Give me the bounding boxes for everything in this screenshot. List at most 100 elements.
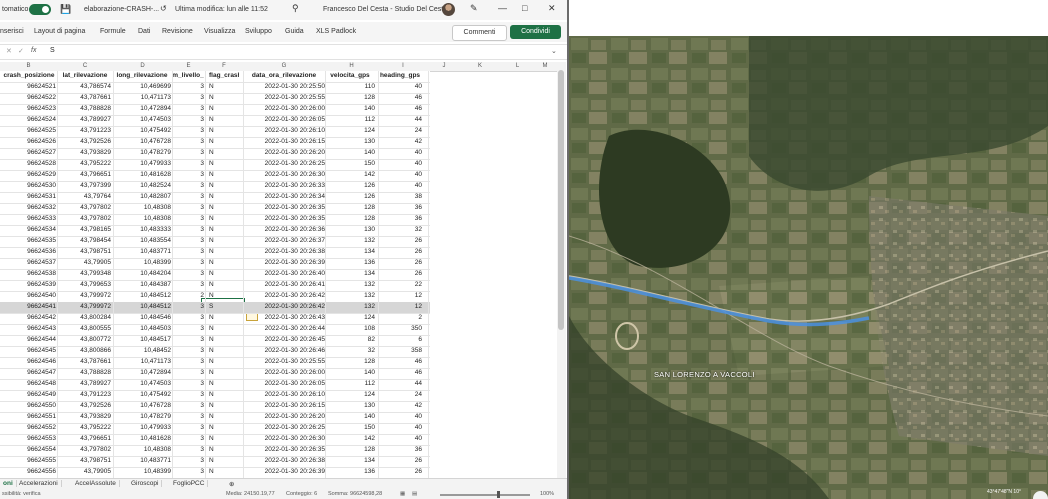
table-cell[interactable]: 96624522	[2, 94, 56, 101]
column-title[interactable]: data_ora_rilevazione	[243, 72, 325, 79]
table-cell[interactable]: 10,476728	[113, 138, 171, 145]
sheet-tab[interactable]: oni	[0, 480, 17, 487]
table-cell[interactable]: 3	[172, 369, 204, 376]
table-cell[interactable]: 3	[172, 358, 204, 365]
sheet-tab[interactable]: Accelerazioni	[16, 480, 62, 487]
table-cell[interactable]: 22	[378, 281, 422, 288]
table-cell[interactable]: 96624529	[2, 171, 56, 178]
table-cell[interactable]: 10,484387	[113, 281, 171, 288]
table-cell[interactable]: N	[209, 424, 239, 431]
table-cell[interactable]: 10,475492	[113, 391, 171, 398]
table-cell[interactable]: 128	[325, 215, 375, 222]
table-cell[interactable]: 132	[325, 292, 375, 299]
table-cell[interactable]: 10,484512	[113, 292, 171, 299]
column-header[interactable]: J	[428, 63, 460, 69]
table-cell[interactable]: 3	[172, 413, 204, 420]
table-cell[interactable]: 2022-01-30 20:25:55	[243, 94, 325, 101]
table-cell[interactable]: 43,800284	[59, 314, 111, 321]
table-cell[interactable]: N	[209, 138, 239, 145]
table-cell[interactable]: 2022-01-30 20:26:05	[243, 116, 325, 123]
table-cell[interactable]: 96624536	[2, 248, 56, 255]
table-cell[interactable]: 96624556	[2, 468, 56, 475]
table-cell[interactable]: 96624552	[2, 424, 56, 431]
table-cell[interactable]: 2022-01-30 20:26:34	[243, 193, 325, 200]
table-cell[interactable]: 2022-01-30 20:26:15	[243, 138, 325, 145]
table-cell[interactable]: 43,799653	[59, 281, 111, 288]
table-cell[interactable]: 96624524	[2, 116, 56, 123]
normal-view-icon[interactable]: ▦	[400, 491, 405, 497]
column-header[interactable]: M	[535, 63, 555, 69]
table-cell[interactable]: 96624554	[2, 446, 56, 453]
table-cell[interactable]: 140	[325, 369, 375, 376]
table-cell[interactable]: 2022-01-30 20:26:37	[243, 237, 325, 244]
table-cell[interactable]: 130	[325, 138, 375, 145]
table-cell[interactable]: 43,792526	[59, 138, 111, 145]
table-cell[interactable]: 2022-01-30 20:26:36	[243, 226, 325, 233]
table-cell[interactable]: N	[209, 347, 239, 354]
table-cell[interactable]: N	[209, 468, 239, 475]
table-cell[interactable]: 3	[172, 380, 204, 387]
table-cell[interactable]: 10,474503	[113, 380, 171, 387]
table-cell[interactable]: 43,797802	[59, 204, 111, 211]
table-cell[interactable]: 32	[378, 226, 422, 233]
table-cell[interactable]: 2022-01-30 20:26:39	[243, 259, 325, 266]
column-title[interactable]: heading_gps	[378, 72, 422, 79]
table-cell[interactable]: 126	[325, 182, 375, 189]
table-cell[interactable]: 10,484204	[113, 270, 171, 277]
table-cell[interactable]: 140	[325, 413, 375, 420]
table-cell[interactable]: 3	[172, 204, 204, 211]
table-cell[interactable]: 10,472894	[113, 369, 171, 376]
table-cell[interactable]: 43,79905	[59, 468, 111, 475]
table-cell[interactable]: 96624551	[2, 413, 56, 420]
table-cell[interactable]: 82	[325, 336, 375, 343]
avatar[interactable]	[442, 3, 455, 16]
table-cell[interactable]: 10,48452	[113, 347, 171, 354]
table-cell[interactable]: 10,48399	[113, 468, 171, 475]
table-cell[interactable]: 46	[378, 369, 422, 376]
table-cell[interactable]: N	[209, 215, 239, 222]
table-cell[interactable]: 2	[172, 292, 204, 299]
table-cell[interactable]: 2022-01-30 20:26:00	[243, 105, 325, 112]
column-title[interactable]: crash_posizione	[2, 72, 56, 79]
table-cell[interactable]: N	[209, 457, 239, 464]
table-cell[interactable]: 26	[378, 248, 422, 255]
table-cell[interactable]: 3	[172, 171, 204, 178]
table-cell[interactable]: 43,799348	[59, 270, 111, 277]
table-cell[interactable]: 10,48308	[113, 446, 171, 453]
table-cell[interactable]: 2022-01-30 20:26:30	[243, 171, 325, 178]
last-modified[interactable]: Ultima modifica: lun alle 11:52	[175, 6, 268, 13]
table-cell[interactable]: 24	[378, 391, 422, 398]
table-cell[interactable]: 96624527	[2, 149, 56, 156]
table-cell[interactable]: 96624535	[2, 237, 56, 244]
table-cell[interactable]: 32	[325, 347, 375, 354]
table-cell[interactable]: 10,483554	[113, 237, 171, 244]
table-cell[interactable]: 96624545	[2, 347, 56, 354]
table-cell[interactable]: 43,796651	[59, 435, 111, 442]
table-cell[interactable]: N	[209, 391, 239, 398]
table-cell[interactable]: 3	[172, 105, 204, 112]
zoom-level[interactable]: 100%	[540, 491, 554, 497]
column-header[interactable]: I	[378, 63, 428, 69]
table-cell[interactable]: 40	[378, 413, 422, 420]
table-cell[interactable]: 96624532	[2, 204, 56, 211]
table-cell[interactable]: 43,786574	[59, 83, 111, 90]
table-cell[interactable]: 10,484512	[113, 303, 171, 310]
sheet-tab[interactable]: AccelAssolute	[72, 480, 120, 487]
table-cell[interactable]: 2	[378, 314, 422, 321]
table-cell[interactable]: 3	[172, 347, 204, 354]
table-cell[interactable]: 43,79764	[59, 193, 111, 200]
table-cell[interactable]: 128	[325, 446, 375, 453]
zoom-slider[interactable]	[440, 494, 530, 496]
table-cell[interactable]: 46	[378, 358, 422, 365]
table-cell[interactable]: 43,800555	[59, 325, 111, 332]
column-header[interactable]: K	[460, 63, 500, 69]
file-name[interactable]: elaborazione-CRASH-...	[84, 6, 159, 13]
table-cell[interactable]: 43,789927	[59, 116, 111, 123]
table-cell[interactable]: 3	[172, 270, 204, 277]
table-cell[interactable]: 46	[378, 94, 422, 101]
table-cell[interactable]: N	[209, 237, 239, 244]
column-title[interactable]: long_rilevazione	[113, 72, 171, 79]
table-cell[interactable]: 43,798454	[59, 237, 111, 244]
table-cell[interactable]: 96624553	[2, 435, 56, 442]
table-cell[interactable]: 96624521	[2, 83, 56, 90]
